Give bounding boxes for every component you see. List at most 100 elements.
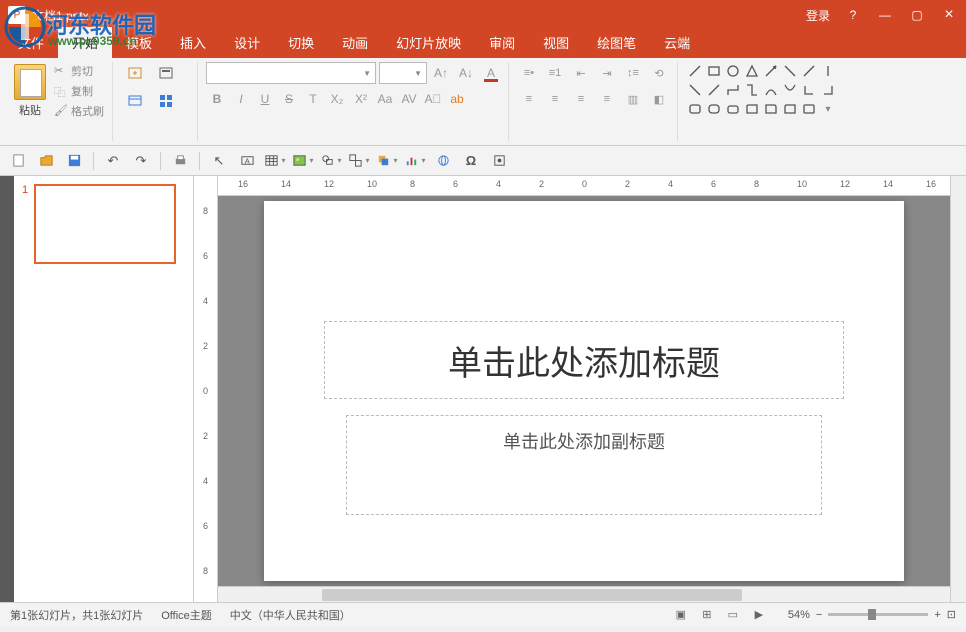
cursor-button[interactable]: ↖: [207, 150, 231, 172]
horizontal-scrollbar[interactable]: [218, 586, 950, 602]
font-family-combo[interactable]: ▼: [206, 62, 376, 84]
tab-home[interactable]: 开始: [58, 27, 112, 58]
superscript-button[interactable]: X²: [350, 88, 372, 110]
zoom-out-button[interactable]: −: [816, 609, 822, 621]
highlight-button[interactable]: ab: [446, 88, 468, 110]
shape-rrect5[interactable]: [762, 100, 780, 118]
shapes-gallery[interactable]: ▾: [686, 62, 954, 118]
zoom-in-button[interactable]: +: [934, 609, 940, 621]
italic-button[interactable]: I: [230, 88, 252, 110]
shape-diag3[interactable]: [800, 62, 818, 80]
macro-button[interactable]: [487, 150, 511, 172]
layout-button[interactable]: [152, 62, 180, 86]
shape-elbow2[interactable]: [743, 81, 761, 99]
shape-elbow[interactable]: [724, 81, 742, 99]
redo-button[interactable]: ↷: [129, 150, 153, 172]
subtitle-placeholder[interactable]: 单击此处添加副标题: [346, 415, 822, 515]
tab-file[interactable]: 文件: [4, 27, 58, 58]
tab-pen[interactable]: 绘图笔: [583, 27, 650, 58]
shape-triangle[interactable]: [743, 62, 761, 80]
zoom-fit-button[interactable]: ⊡: [947, 608, 956, 621]
tab-transition[interactable]: 切换: [274, 27, 328, 58]
close-button[interactable]: ×: [940, 6, 958, 24]
symbol-button[interactable]: Ω: [459, 150, 483, 172]
shape-rrect4[interactable]: [743, 100, 761, 118]
picture-button[interactable]: ▾: [291, 150, 315, 172]
login-link[interactable]: 登录: [806, 7, 830, 24]
arrange-button[interactable]: ▾: [375, 150, 399, 172]
hyperlink-button[interactable]: [431, 150, 455, 172]
align-center-button[interactable]: ≡: [543, 88, 567, 110]
shape-diag4[interactable]: [686, 81, 704, 99]
tab-cloud[interactable]: 云端: [650, 27, 704, 58]
shapes-more[interactable]: ▾: [819, 100, 837, 118]
view-slideshow-button[interactable]: ▶: [748, 606, 770, 624]
shape-curve[interactable]: [762, 81, 780, 99]
justify-button[interactable]: ≡: [595, 88, 619, 110]
print-button[interactable]: [168, 150, 192, 172]
shape-l2[interactable]: [819, 81, 837, 99]
subscript-button[interactable]: X₂: [326, 88, 348, 110]
status-language[interactable]: 中文（中华人民共和国）: [230, 607, 351, 623]
title-placeholder[interactable]: 单击此处添加标题: [324, 321, 844, 399]
increase-font-button[interactable]: A↑: [430, 62, 452, 84]
help-button[interactable]: ?: [844, 8, 862, 22]
indent-dec-button[interactable]: ⇤: [569, 62, 593, 84]
text-direction-button[interactable]: ⟲: [647, 62, 671, 84]
columns-button[interactable]: ▥: [621, 88, 645, 110]
tab-slideshow[interactable]: 幻灯片放映: [382, 27, 475, 58]
clear-format-button[interactable]: A⃠: [422, 88, 444, 110]
underline-button[interactable]: U: [254, 88, 276, 110]
font-color-button[interactable]: A: [480, 62, 502, 84]
font-size-combo[interactable]: ▼: [379, 62, 427, 84]
shape-curve2[interactable]: [781, 81, 799, 99]
format-painter-button[interactable]: 🖌格式刷: [52, 102, 106, 120]
view-sorter-button[interactable]: ⊞: [696, 606, 718, 624]
shape-rect[interactable]: [705, 62, 723, 80]
paste-button[interactable]: 粘贴: [12, 62, 48, 120]
shapes-quick-button[interactable]: ▾: [319, 150, 343, 172]
align-left-button[interactable]: ≡: [517, 88, 541, 110]
reset-button[interactable]: [121, 89, 149, 113]
numbering-button[interactable]: ≡1: [543, 62, 567, 84]
zoom-control[interactable]: 54% − + ⊡: [788, 608, 956, 621]
shape-diag2[interactable]: [781, 62, 799, 80]
smartart-button[interactable]: ◧: [647, 88, 671, 110]
shape-arrow[interactable]: [762, 62, 780, 80]
copy-button[interactable]: ⿻复制: [52, 82, 106, 100]
status-theme[interactable]: Office主题: [161, 607, 212, 623]
shape-diag5[interactable]: [705, 81, 723, 99]
shape-rrect7[interactable]: [800, 100, 818, 118]
shape-rrect[interactable]: [686, 100, 704, 118]
decrease-font-button[interactable]: A↓: [455, 62, 477, 84]
shape-line[interactable]: [686, 62, 704, 80]
align-right-button[interactable]: ≡: [569, 88, 593, 110]
indent-inc-button[interactable]: ⇥: [595, 62, 619, 84]
slide-canvas[interactable]: 单击此处添加标题 单击此处添加副标题: [264, 201, 904, 581]
cut-button[interactable]: ✂剪切: [52, 62, 106, 80]
spacing-button[interactable]: AV: [398, 88, 420, 110]
ungroup-button[interactable]: ▾: [347, 150, 371, 172]
new-slide-button[interactable]: [121, 62, 149, 86]
open-button[interactable]: [34, 150, 58, 172]
line-spacing-button[interactable]: ↕≡: [621, 62, 645, 84]
textbox-button[interactable]: A: [235, 150, 259, 172]
view-normal-button[interactable]: ▣: [670, 606, 692, 624]
shape-vert[interactable]: [819, 62, 837, 80]
tab-view[interactable]: 视图: [529, 27, 583, 58]
shadow-button[interactable]: T: [302, 88, 324, 110]
section-button[interactable]: [152, 89, 180, 113]
strike-button[interactable]: S: [278, 88, 300, 110]
tab-review[interactable]: 审阅: [475, 27, 529, 58]
case-button[interactable]: Aa: [374, 88, 396, 110]
table-button[interactable]: ▾: [263, 150, 287, 172]
tab-template[interactable]: 模板: [112, 27, 166, 58]
shape-rrect6[interactable]: [781, 100, 799, 118]
tab-design[interactable]: 设计: [220, 27, 274, 58]
zoom-slider[interactable]: [828, 613, 928, 616]
canvas-area[interactable]: 单击此处添加标题 单击此处添加副标题: [218, 196, 950, 586]
shape-l[interactable]: [800, 81, 818, 99]
vertical-scrollbar[interactable]: [950, 176, 966, 602]
shape-circle[interactable]: [724, 62, 742, 80]
bullets-button[interactable]: ≡•: [517, 62, 541, 84]
